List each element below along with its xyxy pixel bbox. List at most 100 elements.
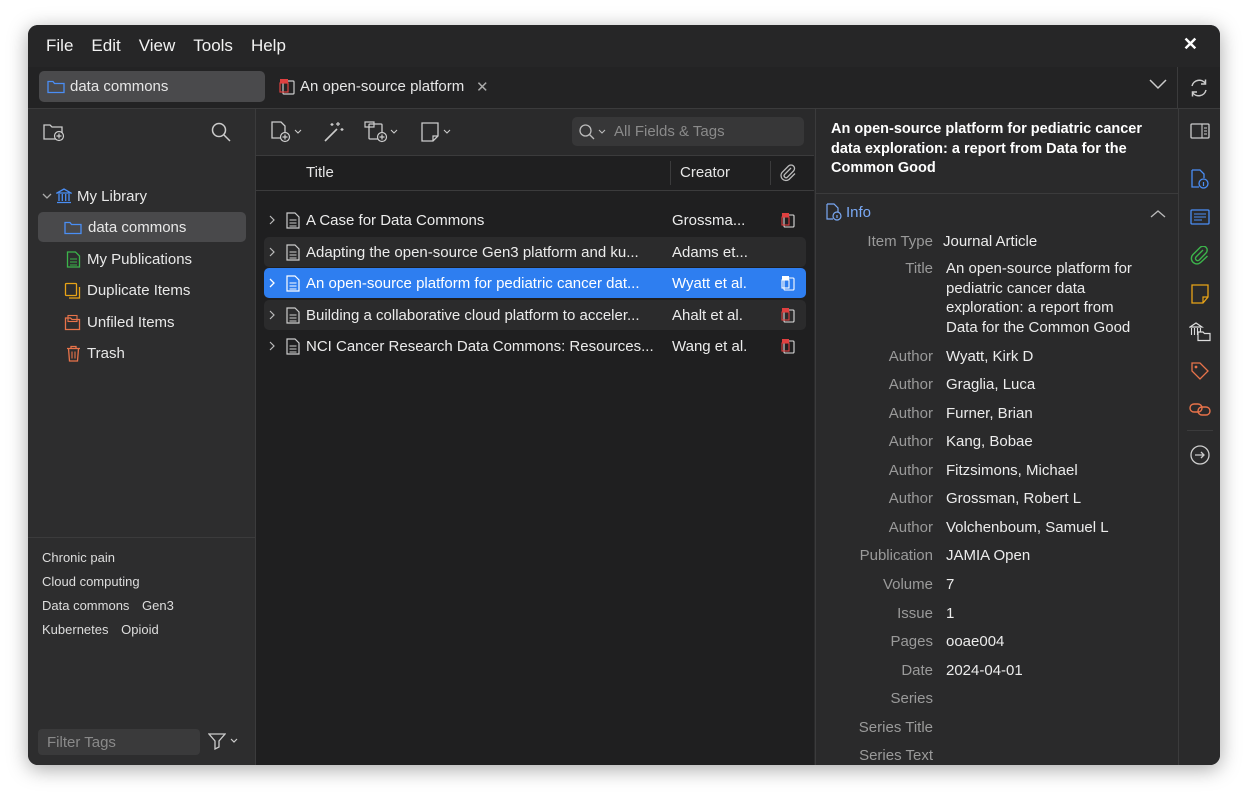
menu-file[interactable]: File	[46, 36, 73, 56]
document-icon	[286, 337, 300, 355]
field-value[interactable]: Volchenboum, Samuel L	[946, 518, 1146, 538]
column-header: Title Creator	[256, 156, 814, 191]
menu-tools[interactable]: Tools	[193, 36, 233, 56]
pdf-attachment-icon[interactable]	[780, 307, 796, 327]
tab-library[interactable]: data commons	[39, 71, 265, 102]
field-label: Author	[888, 376, 933, 393]
close-tab-icon[interactable]: ✕	[476, 78, 489, 96]
tree-data-commons[interactable]: data commons	[38, 212, 246, 242]
abstract-icon[interactable]	[1189, 206, 1211, 228]
new-note-icon[interactable]	[420, 121, 451, 143]
row-title: Building a collaborative cloud platform …	[306, 306, 640, 324]
search-input[interactable]: All Fields & Tags	[572, 117, 804, 146]
field-value[interactable]: Grossman, Robert L	[946, 489, 1146, 509]
related-icon[interactable]	[1189, 398, 1211, 420]
toggle-pane-icon[interactable]	[1189, 120, 1211, 142]
info-icon[interactable]	[1189, 168, 1211, 190]
filter-icon	[208, 733, 226, 750]
tag-chip[interactable]: Opioid	[121, 622, 159, 637]
add-attachment-icon[interactable]	[364, 121, 398, 143]
chevron-right-icon[interactable]	[268, 310, 282, 320]
tree-duplicate-items[interactable]: Duplicate Items	[38, 275, 246, 305]
row-creator: Ahalt et al.	[672, 306, 743, 324]
field-value[interactable]: 7	[946, 575, 1146, 595]
tree-unfiled-items[interactable]: Unfiled Items	[38, 307, 246, 337]
document-icon	[286, 211, 300, 229]
collections-pane: My Library data commons My Publications …	[28, 109, 256, 765]
field-value[interactable]: 1	[946, 604, 1146, 624]
attachment-column-icon[interactable]	[779, 164, 797, 186]
row-title: An open-source platform for pediatric ca…	[306, 274, 640, 292]
chevron-down-icon[interactable]	[1148, 77, 1168, 96]
table-row[interactable]: NCI Cancer Research Data Commons: Resour…	[264, 331, 806, 361]
table-row[interactable]: Adapting the open-source Gen3 platform a…	[264, 237, 806, 267]
chevron-right-icon[interactable]	[268, 215, 282, 225]
menu-help[interactable]: Help	[251, 36, 286, 56]
item-pane: An open-source platform for pediatric ca…	[815, 109, 1178, 765]
field-label: Publication	[859, 547, 933, 564]
libraries-collections-icon[interactable]	[1189, 321, 1211, 343]
field-label: Author	[888, 405, 933, 422]
chevron-up-icon[interactable]	[1150, 206, 1166, 224]
zotero-window: File Edit View Tools Help ✕ data commons…	[28, 25, 1220, 765]
chevron-right-icon[interactable]	[268, 247, 282, 257]
info-section-header[interactable]: Info	[826, 203, 871, 221]
column-title[interactable]: Title	[306, 164, 334, 181]
items-toolbar: All Fields & Tags	[256, 109, 814, 156]
filter-tags-input[interactable]: Filter Tags	[38, 729, 200, 755]
pdf-attachment-icon[interactable]	[780, 212, 796, 232]
field-value[interactable]: Wyatt, Kirk D	[946, 347, 1146, 367]
magic-wand-icon[interactable]	[322, 120, 346, 149]
field-value[interactable]: Fitzsimons, Michael	[946, 461, 1146, 481]
field-value[interactable]: An open-source platform for pediatric ca…	[946, 259, 1146, 337]
tag-chip[interactable]: Data commons	[42, 598, 129, 613]
tree-trash[interactable]: Trash	[38, 338, 246, 368]
column-creator[interactable]: Creator	[680, 164, 730, 181]
menu-view[interactable]: View	[139, 36, 176, 56]
field-label: Author	[888, 348, 933, 365]
chevron-right-icon[interactable]	[268, 341, 282, 351]
folder-icon	[47, 79, 65, 94]
tab-reader[interactable]: An open-source platform ✕	[276, 71, 496, 102]
tab-label: An open-source platform	[300, 78, 465, 95]
tag-chip[interactable]: Gen3	[142, 598, 174, 613]
tags-icon[interactable]	[1189, 360, 1211, 382]
field-value[interactable]: JAMIA Open	[946, 546, 1146, 566]
tag-chip[interactable]: Kubernetes	[42, 622, 109, 637]
new-item-icon[interactable]	[270, 121, 302, 143]
field-value[interactable]: Furner, Brian	[946, 404, 1146, 424]
table-row[interactable]: A Case for Data Commons Grossma...	[264, 205, 806, 235]
chevron-down-icon[interactable]	[42, 192, 52, 200]
divider	[816, 193, 1178, 195]
row-creator: Adams et...	[672, 243, 748, 261]
field-label: Issue	[897, 605, 933, 622]
row-creator: Wang et al.	[672, 337, 748, 355]
field-value[interactable]: ooae004	[946, 632, 1146, 652]
duplicate-icon	[64, 282, 81, 299]
sync-button[interactable]	[1177, 67, 1220, 108]
tag-filter-menu-button[interactable]	[208, 732, 239, 750]
tree-my-library[interactable]: My Library	[38, 181, 246, 211]
field-value[interactable]: Journal Article	[943, 232, 1143, 252]
chevron-right-icon[interactable]	[268, 278, 282, 288]
pdf-attachment-icon[interactable]	[780, 275, 796, 295]
menu-edit[interactable]: Edit	[91, 36, 120, 56]
tab-bar: data commons An open-source platform ✕	[28, 67, 1220, 109]
table-row[interactable]: Building a collaborative cloud platform …	[264, 300, 806, 330]
pdf-attachment-icon[interactable]	[780, 338, 796, 358]
attachments-icon[interactable]	[1189, 245, 1211, 267]
field-value[interactable]: Graglia, Luca	[946, 375, 1146, 395]
search-icon[interactable]	[210, 121, 232, 148]
table-row-selected[interactable]: An open-source platform for pediatric ca…	[264, 268, 806, 298]
unfiled-icon	[64, 314, 81, 331]
field-value[interactable]: 2024-04-01	[946, 661, 1146, 681]
tag-chip[interactable]: Chronic pain	[42, 550, 115, 565]
new-collection-icon[interactable]	[42, 121, 66, 148]
field-value[interactable]: Kang, Bobae	[946, 432, 1146, 452]
row-title: Adapting the open-source Gen3 platform a…	[306, 243, 639, 261]
locate-icon[interactable]	[1189, 444, 1211, 466]
close-window-icon[interactable]: ✕	[1183, 34, 1198, 55]
tag-chip[interactable]: Cloud computing	[42, 574, 140, 589]
tree-my-publications[interactable]: My Publications	[38, 244, 246, 274]
notes-icon[interactable]	[1189, 283, 1211, 305]
